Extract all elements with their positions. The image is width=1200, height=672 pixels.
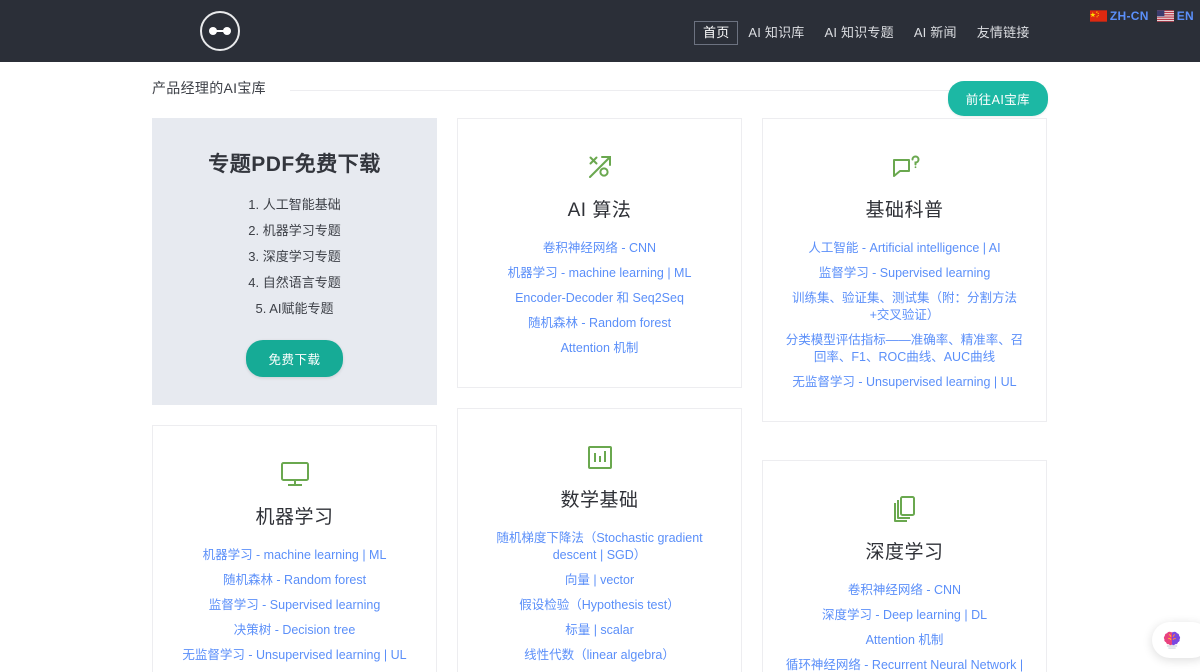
site-header: 首页 AI 知识库 AI 知识专题 AI 新闻 友情链接 ZH-CN	[0, 0, 1200, 62]
link-list-ai-algorithm: 卷积神经网络 - CNN 机器学习 - machine learning | M…	[474, 236, 725, 361]
list-item: 4. 自然语言专题	[168, 274, 421, 292]
link-item[interactable]: 线性代数（linear algebra）	[474, 643, 725, 668]
documents-icon	[779, 489, 1030, 529]
floating-assistant-widget[interactable]	[1152, 622, 1200, 658]
list-item: 2. 机器学习专题	[168, 222, 421, 240]
card-basics: 基础科普 人工智能 - Artificial intelligence | AI…	[762, 118, 1047, 422]
nav-item-news[interactable]: AI 新闻	[904, 22, 967, 44]
card-title-pdf: 专题PDF免费下载	[168, 148, 421, 178]
link-list-mathematics: 随机梯度下降法（Stochastic gradient descent | SG…	[474, 526, 725, 668]
link-list-deep-learning: 卷积神经网络 - CNN 深度学习 - Deep learning | DL A…	[779, 578, 1030, 672]
language-option-en[interactable]: EN	[1157, 9, 1194, 23]
china-flag-icon	[1090, 10, 1107, 22]
monitor-icon	[169, 454, 420, 494]
strategy-arrow-icon	[474, 147, 725, 187]
go-to-ai-library-button[interactable]: 前往AI宝库	[948, 81, 1048, 116]
link-item[interactable]: Attention 机制	[474, 336, 725, 361]
link-item[interactable]: 标量 | scalar	[474, 618, 725, 643]
link-item[interactable]: 机器学习 - machine learning | ML	[169, 543, 420, 568]
link-item[interactable]: 卷积神经网络 - CNN	[474, 236, 725, 261]
nav-item-links[interactable]: 友情链接	[967, 22, 1040, 44]
link-item[interactable]: Encoder-Decoder 和 Seq2Seq	[474, 286, 725, 311]
card-grid: 专题PDF免费下载 1. 人工智能基础 2. 机器学习专题 3. 深度学习专题 …	[0, 118, 1200, 672]
link-item[interactable]: 深度学习 - Deep learning | DL	[779, 603, 1030, 628]
logo-circle-icon	[200, 11, 240, 51]
list-item: 1. 人工智能基础	[168, 196, 421, 214]
page-title: 产品经理的AI宝库	[152, 78, 266, 98]
link-item[interactable]: 卷积神经网络 - CNN	[779, 578, 1030, 603]
card-pdf-download: 专题PDF免费下载 1. 人工智能基础 2. 机器学习专题 3. 深度学习专题 …	[152, 118, 437, 405]
grid-column-2: AI 算法 卷积神经网络 - CNN 机器学习 - machine learni…	[457, 118, 742, 672]
card-machine-learning: 机器学习 机器学习 - machine learning | ML 随机森林 -…	[152, 425, 437, 672]
nav-item-knowledge-topics[interactable]: AI 知识专题	[815, 22, 904, 44]
link-item[interactable]: 决策树 - Decision tree	[169, 618, 420, 643]
card-deep-learning: 深度学习 卷积神经网络 - CNN 深度学习 - Deep learning |…	[762, 460, 1047, 672]
free-download-button[interactable]: 免费下载	[246, 340, 342, 377]
link-item[interactable]: 随机梯度下降法（Stochastic gradient descent | SG…	[474, 526, 725, 568]
link-item[interactable]: 假设检验（Hypothesis test）	[474, 593, 725, 618]
link-item[interactable]: 无监督学习 - Unsupervised learning | UL	[169, 643, 420, 668]
usa-flag-icon	[1157, 10, 1174, 22]
link-list-machine-learning: 机器学习 - machine learning | ML 随机森林 - Rand…	[169, 543, 420, 668]
language-option-zh[interactable]: ZH-CN	[1090, 9, 1149, 23]
card-title-deep-learning: 深度学习	[779, 537, 1030, 564]
speech-bubble-question-icon	[779, 147, 1030, 187]
bar-chart-icon	[474, 437, 725, 477]
card-title-machine-learning: 机器学习	[169, 502, 420, 529]
main-navigation: 首页 AI 知识库 AI 知识专题 AI 新闻 友情链接	[694, 21, 1040, 45]
card-ai-algorithm: AI 算法 卷积神经网络 - CNN 机器学习 - machine learni…	[457, 118, 742, 388]
link-item[interactable]: 循环神经网络 - Recurrent Neural Network | RNN	[779, 653, 1030, 672]
pdf-topic-list: 1. 人工智能基础 2. 机器学习专题 3. 深度学习专题 4. 自然语言专题 …	[168, 196, 421, 318]
logo-dot-right	[223, 27, 231, 35]
link-item[interactable]: 随机森林 - Random forest	[474, 311, 725, 336]
site-logo[interactable]	[200, 11, 240, 51]
link-item[interactable]: 随机森林 - Random forest	[169, 568, 420, 593]
link-item[interactable]: 分类模型评估指标——准确率、精准率、召回率、F1、ROC曲线、AUC曲线	[779, 328, 1030, 370]
brain-icon	[1161, 629, 1183, 651]
section-divider	[290, 90, 1030, 91]
grid-column-3: 基础科普 人工智能 - Artificial intelligence | AI…	[762, 118, 1047, 672]
card-title-basics: 基础科普	[779, 195, 1030, 222]
link-item[interactable]: 监督学习 - Supervised learning	[779, 261, 1030, 286]
link-item[interactable]: Attention 机制	[779, 628, 1030, 653]
grid-column-1: 专题PDF免费下载 1. 人工智能基础 2. 机器学习专题 3. 深度学习专题 …	[152, 118, 437, 672]
list-item: 3. 深度学习专题	[168, 248, 421, 266]
logo-dot-left	[209, 27, 217, 35]
link-list-basics: 人工智能 - Artificial intelligence | AI 监督学习…	[779, 236, 1030, 395]
link-item[interactable]: 机器学习 - machine learning | ML	[474, 261, 725, 286]
card-mathematics: 数学基础 随机梯度下降法（Stochastic gradient descent…	[457, 408, 742, 672]
link-item[interactable]: 无监督学习 - Unsupervised learning | UL	[779, 370, 1030, 395]
language-label-en: EN	[1177, 9, 1194, 23]
language-label-zh: ZH-CN	[1110, 9, 1149, 23]
card-title-mathematics: 数学基础	[474, 485, 725, 512]
link-item[interactable]: 向量 | vector	[474, 568, 725, 593]
list-item: 5. AI赋能专题	[168, 300, 421, 318]
nav-item-home[interactable]: 首页	[694, 21, 738, 45]
link-item[interactable]: 监督学习 - Supervised learning	[169, 593, 420, 618]
language-switcher: ZH-CN EN	[1090, 9, 1194, 23]
card-title-ai-algorithm: AI 算法	[474, 195, 725, 222]
link-item[interactable]: 人工智能 - Artificial intelligence | AI	[779, 236, 1030, 261]
nav-item-knowledge-base[interactable]: AI 知识库	[738, 22, 814, 44]
link-item[interactable]: 训练集、验证集、测试集（附：分割方法+交叉验证）	[779, 286, 1030, 328]
